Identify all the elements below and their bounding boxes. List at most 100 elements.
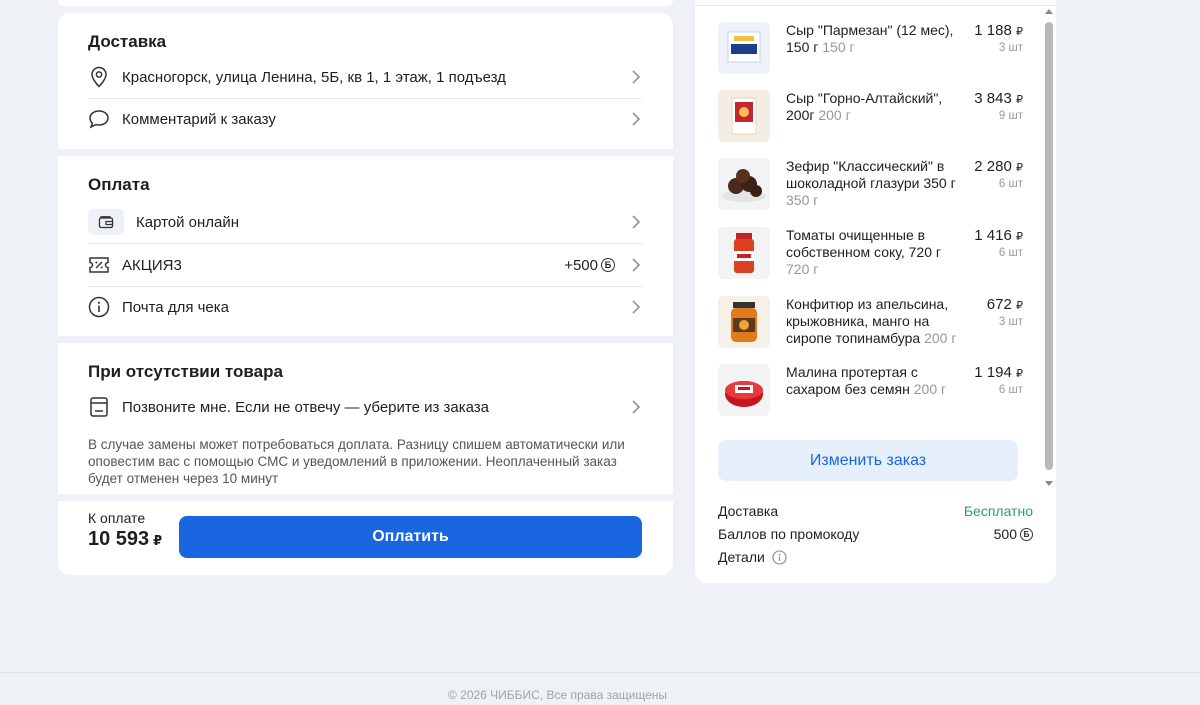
- delivery-card: Доставка Красногорск, улица Ленина, 5Б, …: [58, 13, 673, 149]
- payment-card: Оплата Картой онлайн АКЦИЯ3 +500 Б Почта…: [58, 156, 673, 336]
- product-price: 1 194 ₽: [974, 364, 1023, 381]
- footer-divider: [0, 672, 1200, 673]
- summary-promo-points-value: 500: [993, 526, 1017, 542]
- coupon-icon: [88, 254, 110, 276]
- comment-bubble-icon: [88, 108, 110, 130]
- product-price-value: 1 194: [974, 364, 1012, 381]
- pay-button[interactable]: Оплатить: [179, 516, 642, 558]
- order-item: Томаты очищенные в собственном соку, 720…: [718, 227, 1023, 287]
- order-item: Зефир "Классический" в шоколадной глазур…: [718, 158, 1023, 218]
- product-weight: 200 г: [913, 381, 947, 397]
- summary-promo-points-row: Баллов по промокоду 500 Б: [718, 526, 1033, 542]
- order-total: 10 593 ₽: [88, 528, 162, 551]
- product-quantity: 6 шт: [998, 247, 1023, 259]
- product-quantity: 6 шт: [998, 178, 1023, 190]
- info-icon[interactable]: [772, 549, 787, 565]
- order-total-value: 10 593: [88, 528, 150, 550]
- payment-method-row[interactable]: Картой онлайн: [88, 201, 643, 243]
- chevron-right-icon: [629, 300, 643, 314]
- delivery-title: Доставка: [88, 32, 167, 51]
- out-of-stock-card: При отсутствии товара Позвоните мне. Есл…: [58, 343, 673, 494]
- out-of-stock-option: Позвоните мне. Если не отвечу — уберите …: [122, 398, 490, 416]
- product-thumbnail: [718, 227, 770, 279]
- summary-delivery-label: Доставка: [718, 503, 779, 519]
- product-name: Малина протертая с сахаром без семян 200…: [786, 364, 961, 398]
- product-thumbnail: [718, 22, 770, 74]
- previous-card-bottom: [58, 0, 673, 6]
- summary-details-label: Детали: [718, 549, 765, 565]
- chevron-right-icon: [629, 112, 643, 126]
- wallet-icon: [88, 209, 124, 235]
- info-icon: [88, 296, 110, 318]
- product-name: Конфитюр из апельсина, крыжовника, манго…: [786, 296, 961, 347]
- order-item: Малина протертая с сахаром без семян 200…: [718, 364, 1023, 424]
- footer-copyright: © 2026 ЧИББИС, Все права защищены: [447, 688, 668, 702]
- delivery-address: Красногорск, улица Ленина, 5Б, кв 1, 1 э…: [122, 68, 506, 86]
- bonus-points-icon: Б: [601, 258, 615, 272]
- order-item: Сыр "Пармезан" (12 мес), 150 г 150 г 1 18…: [718, 22, 1023, 82]
- product-name: Томаты очищенные в собственном соку, 720…: [786, 227, 961, 278]
- product-quantity: 9 шт: [998, 110, 1023, 122]
- out-of-stock-title: При отсутствии товара: [88, 362, 283, 381]
- product-price-value: 2 280: [974, 158, 1012, 175]
- currency-symbol: ₽: [1016, 94, 1023, 106]
- product-price-value: 1 188: [974, 22, 1012, 39]
- product-price: 2 280 ₽: [974, 158, 1023, 175]
- order-items-scrollbar[interactable]: [1044, 8, 1054, 490]
- to-pay-label: К оплате: [88, 510, 146, 526]
- summary-delivery-row: Доставка Бесплатно: [718, 503, 1033, 519]
- product-weight: 150 г: [822, 39, 855, 55]
- order-comment-row[interactable]: Комментарий к заказу: [88, 98, 643, 140]
- order-item: Конфитюр из апельсина, крыжовника, манго…: [718, 296, 1023, 356]
- payment-method-label: Картой онлайн: [136, 213, 240, 231]
- bonus-points-icon: Б: [1020, 527, 1033, 541]
- order-summary-panel: Сыр "Пармезан" (12 мес), 150 г 150 г 1 18…: [695, 0, 1056, 583]
- product-title: Сыр "Пармезан" (12 мес), 150 г: [786, 22, 954, 55]
- chevron-right-icon: [629, 400, 643, 414]
- payment-title: Оплата: [88, 175, 150, 194]
- product-quantity: 3 шт: [998, 316, 1023, 328]
- product-title: Малина протертая с сахаром без семян: [786, 364, 918, 397]
- promo-bonus: +500 Б: [564, 257, 615, 274]
- product-price-value: 672: [986, 296, 1012, 313]
- currency-symbol: ₽: [1016, 300, 1023, 312]
- product-name: Зефир "Классический" в шоколадной глазур…: [786, 158, 961, 209]
- chevron-right-icon: [629, 258, 643, 272]
- product-thumbnail: [718, 364, 770, 416]
- product-price: 1 416 ₽: [974, 227, 1023, 244]
- delivery-address-row[interactable]: Красногорск, улица Ленина, 5Б, кв 1, 1 э…: [88, 56, 643, 98]
- product-title: Зефир "Классический" в шоколадной глазур…: [786, 158, 956, 191]
- phone-box-icon: [88, 396, 110, 418]
- product-title: Сыр "Горно-Алтайский", 200г: [786, 90, 943, 123]
- currency-symbol: ₽: [1016, 26, 1023, 38]
- out-of-stock-note: В случае замены может потребоваться допл…: [88, 437, 625, 486]
- product-price: 672 ₽: [987, 296, 1023, 313]
- product-name: Сыр "Горно-Алтайский", 200г 200 г: [786, 90, 961, 124]
- currency-symbol: ₽: [1016, 231, 1023, 243]
- currency-symbol: ₽: [1016, 368, 1023, 380]
- out-of-stock-option-row[interactable]: Позвоните мне. Если не отвечу — уберите …: [88, 386, 643, 428]
- receipt-email-row[interactable]: Почта для чека: [88, 286, 643, 328]
- summary-promo-points-label: Баллов по промокоду: [718, 526, 860, 542]
- chevron-right-icon: [629, 70, 643, 84]
- promo-code-label: АКЦИЯ3: [122, 256, 182, 274]
- promo-code-row[interactable]: АКЦИЯ3 +500 Б: [88, 244, 643, 286]
- product-quantity: 3 шт: [998, 42, 1023, 54]
- order-comment-label: Комментарий к заказу: [122, 110, 276, 128]
- summary-delivery-value: Бесплатно: [963, 503, 1033, 519]
- product-weight: 720 г: [786, 261, 819, 277]
- product-weight: 200 г: [818, 107, 851, 123]
- product-title: Томаты очищенные в собственном соку, 720…: [786, 227, 942, 260]
- chevron-right-icon: [629, 215, 643, 229]
- location-pin-icon: [88, 66, 110, 88]
- product-quantity: 6 шт: [998, 384, 1023, 396]
- product-thumbnail: [718, 158, 770, 210]
- product-price: 1 188 ₽: [974, 22, 1023, 39]
- edit-order-button[interactable]: Изменить заказ: [718, 440, 1018, 481]
- product-weight: 200 г: [924, 330, 957, 346]
- promo-bonus-value: +500: [564, 256, 598, 274]
- summary-details-row[interactable]: Детали: [718, 549, 787, 565]
- order-item: Сыр "Горно-Алтайский", 200г 200 г 3 843 ₽…: [718, 90, 1023, 150]
- receipt-email-label: Почта для чека: [122, 298, 230, 316]
- product-price-value: 3 843: [974, 90, 1012, 107]
